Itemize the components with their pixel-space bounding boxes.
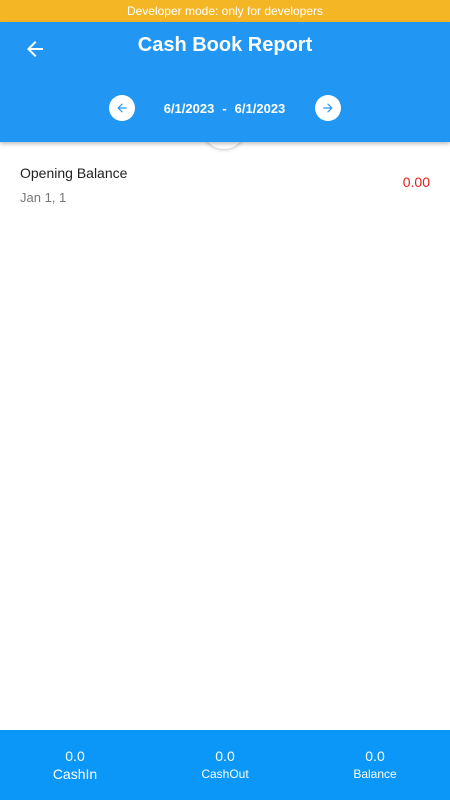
list-item[interactable]: Opening Balance Jan 1, 1 0.00: [0, 160, 450, 220]
arrow-right-icon: [323, 103, 333, 113]
previous-date-button[interactable]: [108, 95, 135, 121]
app-bar: Cash Book Report 6/1/2023 - 6/1/2023: [0, 22, 450, 142]
cash-out-summary: 0.0 CashOut: [150, 730, 300, 800]
balance-summary: 0.0 Balance: [300, 730, 450, 800]
entry-amount: 0.00: [402, 174, 430, 190]
date-to[interactable]: 6/1/2023: [235, 101, 286, 116]
entry-date: Jan 1, 1: [20, 190, 67, 205]
cash-in-label: CashIn: [52, 766, 98, 782]
date-range-selector: 6/1/2023 - 6/1/2023: [0, 95, 450, 121]
developer-mode-banner: Developer mode: only for developers: [0, 0, 450, 22]
cash-in-summary: 0.0 CashIn: [0, 730, 150, 800]
balance-label: Balance: [353, 767, 397, 781]
next-date-button[interactable]: [315, 95, 342, 121]
summary-bar: 0.0 CashIn 0.0 CashOut 0.0 Balance: [0, 730, 450, 800]
entry-label: Opening Balance: [20, 165, 128, 181]
cash-in-value: 0.0: [65, 748, 85, 764]
cash-out-label: CashOut: [201, 767, 249, 781]
page-title: Cash Book Report: [137, 34, 313, 56]
date-separator: -: [222, 100, 227, 116]
cash-out-value: 0.0: [215, 748, 235, 764]
date-from[interactable]: 6/1/2023: [164, 101, 215, 116]
arrow-left-icon: [117, 103, 127, 113]
balance-value: 0.0: [365, 748, 385, 764]
